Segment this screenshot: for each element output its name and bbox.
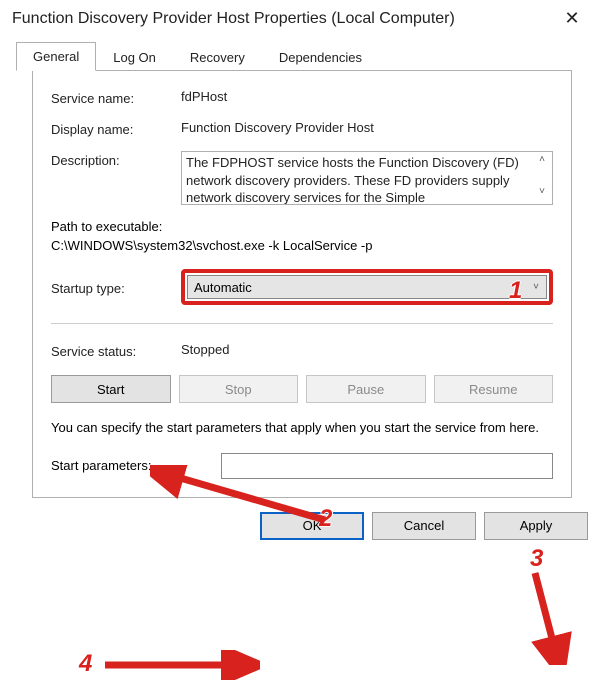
pause-button: Pause	[306, 375, 426, 403]
value-path: C:\WINDOWS\system32\svchost.exe -k Local…	[51, 238, 553, 253]
label-description: Description:	[51, 151, 181, 168]
tab-general[interactable]: General	[16, 42, 96, 71]
annotation-arrow-3	[500, 565, 590, 665]
annotation-number-4: 4	[79, 650, 92, 678]
tab-recovery[interactable]: Recovery	[173, 43, 262, 72]
row-display-name: Display name: Function Discovery Provide…	[51, 120, 553, 137]
tabs-container: General Log On Recovery Dependencies Ser…	[0, 35, 604, 498]
start-parameters-input[interactable]	[221, 453, 553, 479]
label-startup-type: Startup type:	[51, 279, 181, 296]
general-panel: Service name: fdPHost Display name: Func…	[32, 70, 572, 498]
label-start-parameters: Start parameters:	[51, 458, 221, 473]
value-display-name: Function Discovery Provider Host	[181, 120, 553, 135]
resume-button: Resume	[434, 375, 554, 403]
row-path: Path to executable: C:\WINDOWS\system32\…	[51, 219, 553, 253]
service-control-buttons: Start Stop Pause Resume	[51, 375, 553, 403]
scroll-down-icon[interactable]: ˅	[534, 186, 550, 202]
apply-button[interactable]: Apply	[484, 512, 588, 540]
title-bar: Function Discovery Provider Host Propert…	[0, 0, 604, 35]
label-service-name: Service name:	[51, 89, 181, 106]
description-scrollbar[interactable]: ˄ ˅	[534, 152, 552, 204]
row-description: Description: The FDPHOST service hosts t…	[51, 151, 553, 205]
label-service-status: Service status:	[51, 342, 181, 359]
tabs: General Log On Recovery Dependencies	[16, 41, 588, 70]
description-box: The FDPHOST service hosts the Function D…	[181, 151, 553, 205]
cancel-button[interactable]: Cancel	[372, 512, 476, 540]
annotation-highlight-1: Automatic ˅	[181, 269, 553, 305]
value-service-status: Stopped	[181, 342, 553, 359]
close-icon[interactable]: ✕	[552, 8, 592, 29]
label-path: Path to executable:	[51, 219, 553, 234]
start-button[interactable]: Start	[51, 375, 171, 403]
row-start-parameters: Start parameters:	[51, 453, 553, 479]
row-service-name: Service name: fdPHost	[51, 89, 553, 106]
description-text[interactable]: The FDPHOST service hosts the Function D…	[182, 152, 534, 204]
value-service-name: fdPHost	[181, 89, 553, 104]
tab-logon[interactable]: Log On	[96, 43, 173, 72]
start-parameters-hint: You can specify the start parameters tha…	[51, 419, 553, 437]
dialog-buttons: OK Cancel Apply	[0, 498, 604, 550]
window-title: Function Discovery Provider Host Propert…	[12, 10, 552, 28]
annotation-arrow-4	[100, 650, 260, 680]
row-service-status: Service status: Stopped	[51, 342, 553, 359]
startup-type-select[interactable]: Automatic	[187, 275, 547, 299]
stop-button: Stop	[179, 375, 299, 403]
row-startup-type: Startup type: Automatic ˅	[51, 269, 553, 305]
tab-dependencies[interactable]: Dependencies	[262, 43, 379, 72]
label-display-name: Display name:	[51, 120, 181, 137]
scroll-up-icon[interactable]: ˄	[534, 154, 550, 170]
separator	[51, 323, 553, 324]
ok-button[interactable]: OK	[260, 512, 364, 540]
